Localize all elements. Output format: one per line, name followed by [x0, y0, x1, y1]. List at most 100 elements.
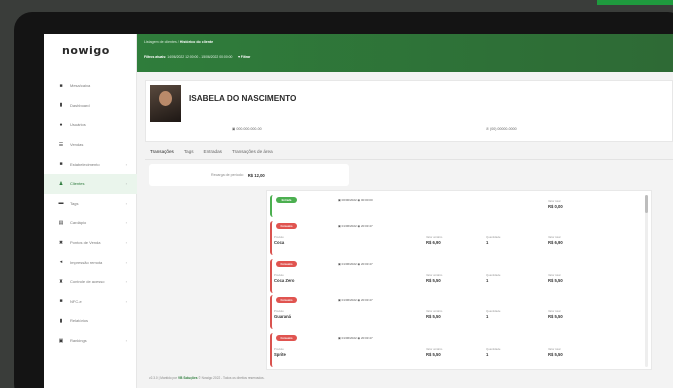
transaction-type-badge: Consumo: [276, 335, 297, 341]
transaction-card[interactable]: Consumo ▣ 01/06/2022 ◉ 20:03:47 Produto Coc…: [270, 259, 642, 293]
unit-price-label: Valor unitário: [426, 347, 443, 351]
period-balance: Recarga de período: R$ 12,00: [149, 164, 349, 186]
sidebar-item-label: Controle de acesso: [70, 279, 105, 285]
tab-transacoes[interactable]: Transações: [145, 146, 179, 159]
sidebar-item-label: Estabelecimento: [70, 161, 100, 167]
product-name: Coca Zero: [274, 278, 295, 283]
unit-price: R$ 6,90: [426, 240, 441, 245]
transaction-card[interactable]: Consumo ▣ 01/06/2022 ◉ 20:03:47 Produto Spr…: [270, 333, 642, 367]
sidebar: nowigo ■ Mesa/caixa ▮ Dashboard ● Usuários ☰ Ve…: [44, 34, 137, 388]
breadcrumb-link[interactable]: Listagem de clientes /: [144, 40, 179, 44]
total-value: R$ 0,00: [548, 204, 563, 209]
sidebar-nav: ■ Mesa/caixa ▮ Dashboard ● Usuários ☰ Vendas ■ Es…: [44, 76, 137, 350]
sidebar-item-4[interactable]: ■ Estabelecimento ›: [44, 154, 137, 174]
sidebar-item-icon: ♟: [58, 180, 64, 187]
sidebar-item-icon: ◂: [59, 259, 63, 266]
quantity-label: Quantidade: [486, 309, 501, 313]
transaction-datetime: ▣ 01/06/2022 ◉ 20:03:47: [338, 262, 373, 266]
sidebar-item-3[interactable]: ☰ Vendas: [44, 135, 137, 155]
sidebar-item-icon: ▤: [58, 219, 64, 226]
sidebar-item-icon: ■: [59, 161, 63, 168]
client-document: ▣ 000.000.000-00: [232, 127, 262, 131]
sidebar-item-icon: ▮: [59, 317, 63, 324]
sidebar-item-6[interactable]: ▬ Tags ›: [44, 194, 137, 214]
balance-value: R$ 12,00: [247, 172, 265, 178]
transaction-type-badge: Consumo: [276, 261, 297, 267]
client-profile-card: ISABELA DO NASCIMENTO ▣ 000.000.000-00 ✆…: [145, 80, 673, 142]
quantity-label: Quantidade: [486, 347, 501, 351]
sidebar-item-9[interactable]: ◂ Impressão remota ›: [44, 252, 137, 272]
sidebar-item-2[interactable]: ● Usuários: [44, 115, 137, 135]
chevron-right-icon: ›: [125, 220, 127, 226]
footer-prefix: v2.3.0 | Mantido por: [149, 376, 178, 380]
transaction-datetime: ▣ 00/00/2022 ◉ 00:00:00: [338, 198, 373, 202]
product-name: Guaraná: [274, 314, 291, 319]
sidebar-item-5[interactable]: ♟ Clientes ›: [44, 173, 137, 194]
sidebar-item-label: Rankings: [70, 338, 87, 344]
total-label: Valor total: [548, 309, 561, 313]
filter-button[interactable]: ▼Filtrar: [237, 55, 250, 59]
client-avatar: [150, 85, 181, 122]
sidebar-item-label: Usuários: [70, 122, 86, 128]
unit-price-label: Valor unitário: [426, 235, 443, 239]
sidebar-item-icon: ▮: [59, 102, 63, 109]
sidebar-item-label: Dashboard: [70, 102, 90, 108]
chevron-right-icon: ›: [125, 279, 127, 285]
chevron-right-icon: ›: [125, 161, 127, 167]
tab-entradas[interactable]: Entradas: [199, 146, 227, 159]
chevron-right-icon: ›: [125, 181, 127, 187]
transaction-datetime: ▣ 01/06/2022 ◉ 20:03:47: [338, 224, 373, 228]
transaction-card[interactable]: Consumo ▣ 01/06/2022 ◉ 20:03:47 Produto Coc…: [270, 221, 642, 255]
sidebar-item-icon: ■: [59, 82, 63, 89]
transaction-type-badge: Consumo: [276, 297, 297, 303]
sidebar-item-12[interactable]: ▮ Relatórios: [44, 311, 137, 331]
footer-brand[interactable]: VB Soluções: [178, 376, 198, 380]
sidebar-item-7[interactable]: ▤ Cardápio ›: [44, 213, 137, 233]
sidebar-item-label: Clientes: [70, 181, 85, 187]
sidebar-item-label: Impressão remota: [70, 259, 103, 265]
transaction-datetime: ▣ 01/06/2022 ◉ 20:03:47: [338, 336, 373, 340]
sidebar-item-11[interactable]: ■ NFC-e ›: [44, 292, 137, 312]
app-logo[interactable]: nowigo: [62, 44, 110, 57]
total-label: Valor total: [548, 347, 561, 351]
sidebar-item-icon: ✖: [58, 239, 64, 246]
quantity-value: 1: [486, 314, 489, 319]
footer-copyright: © Nowigo 2022 - Todos os direitos reserv…: [198, 376, 265, 380]
corner-accent: [597, 0, 673, 5]
quantity-value: 1: [486, 240, 489, 245]
total-label: Valor total: [548, 199, 561, 203]
transaction-card[interactable]: Consumo ▣ 01/06/2022 ◉ 20:03:47 Produto Gua…: [270, 295, 642, 329]
balance-label: Recarga de período:: [211, 173, 244, 177]
sidebar-item-label: Mesa/caixa: [70, 83, 91, 89]
transaction-card[interactable]: Entrada ▣ 00/00/2022 ◉ 00:00:00 Valor tota…: [270, 195, 642, 217]
unit-price-label: Valor unitário: [426, 309, 443, 313]
sidebar-item-1[interactable]: ▮ Dashboard: [44, 96, 137, 116]
sidebar-item-0[interactable]: ■ Mesa/caixa: [44, 76, 137, 96]
sidebar-item-icon: ●: [59, 121, 63, 128]
unit-price: R$ 5,50: [426, 352, 441, 357]
quantity-value: 1: [486, 352, 489, 357]
chevron-right-icon: ›: [125, 240, 127, 246]
product-name: Coca: [274, 240, 285, 245]
sidebar-item-label: Tags: [70, 200, 79, 206]
quantity-label: Quantidade: [486, 235, 501, 239]
sidebar-item-10[interactable]: ♜ Controle de acesso ›: [44, 272, 137, 292]
scrollbar-thumb[interactable]: [645, 195, 648, 213]
scrollbar[interactable]: [645, 195, 648, 367]
product-label: Produto: [274, 347, 284, 351]
unit-price-label: Valor unitário: [426, 273, 443, 277]
total-value: R$ 5,50: [548, 352, 563, 357]
breadcrumb: Listagem de clientes / Histórico do clie…: [144, 40, 213, 44]
product-label: Produto: [274, 273, 284, 277]
sidebar-item-13[interactable]: ▣ Rankings ›: [44, 331, 137, 351]
page-footer: v2.3.0 | Mantido por VB Soluções © Nowig…: [149, 376, 264, 380]
tab-tags[interactable]: Tags: [179, 146, 199, 159]
sidebar-item-label: Cardápio: [70, 220, 87, 226]
transactions-list[interactable]: Entrada ▣ 00/00/2022 ◉ 00:00:00 Valor tota…: [266, 190, 652, 370]
tab-transacoes-area[interactable]: Transações de área: [227, 146, 278, 159]
sidebar-item-8[interactable]: ✖ Pontos de Venda ›: [44, 233, 137, 253]
quantity-label: Quantidade: [486, 273, 501, 277]
transaction-type-badge: Entrada: [276, 197, 297, 203]
chevron-right-icon: ›: [125, 338, 127, 344]
total-label: Valor total: [548, 273, 561, 277]
